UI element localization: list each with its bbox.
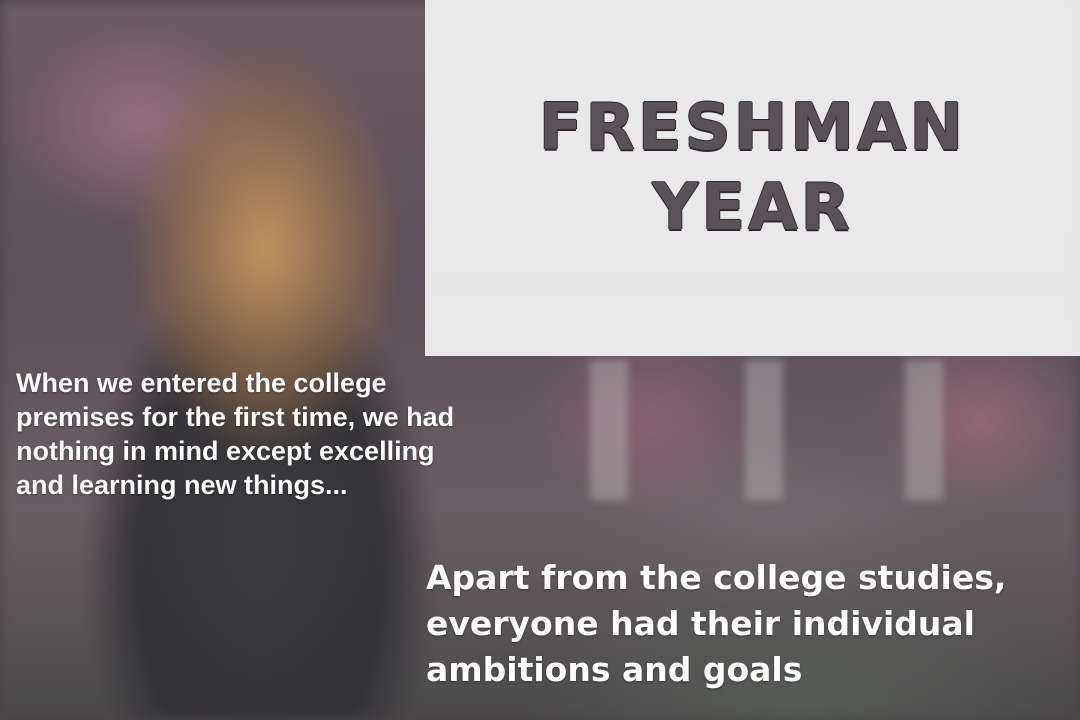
title-line-1: FRESHMAN xyxy=(538,91,967,165)
page-title: FRESHMAN YEAR xyxy=(425,88,1080,248)
slide: FRESHMAN YEAR When we entered the colleg… xyxy=(0,0,1080,720)
background-pillar xyxy=(745,360,783,500)
title-panel: FRESHMAN YEAR xyxy=(425,0,1080,356)
background-pillar xyxy=(905,360,943,500)
background-pillar xyxy=(590,360,628,500)
intro-paragraph: When we entered the college premises for… xyxy=(16,368,455,500)
title-line-2: YEAR xyxy=(652,171,853,245)
caption-paragraph: Apart from the college studies, everyone… xyxy=(426,558,1007,689)
